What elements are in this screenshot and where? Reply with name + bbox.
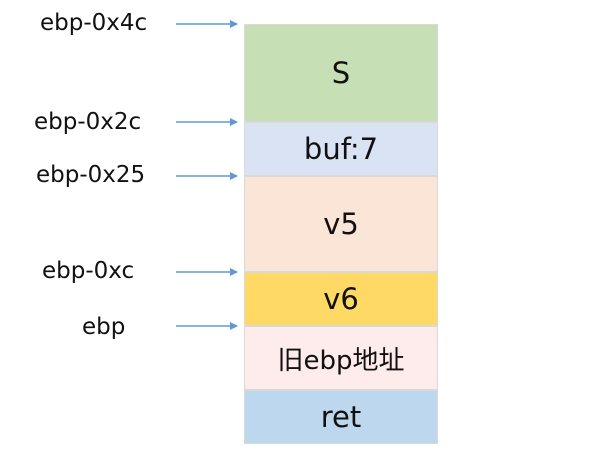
pointer-label-ebp-0x25: ebp-0x25	[36, 162, 146, 188]
stack-block-old-ebp: 旧ebp地址	[244, 326, 438, 390]
stack-frame: S buf:7 v5 v6 旧ebp地址 ret	[244, 24, 438, 444]
pointer-label-ebp-0x2c: ebp-0x2c	[34, 109, 142, 135]
pointer-label-ebp-0x4c: ebp-0x4c	[40, 10, 148, 36]
pointer-label-ebp-0xc: ebp-0xc	[42, 258, 135, 284]
stack-block-v5: v5	[244, 176, 438, 272]
stack-block-s: S	[244, 24, 438, 122]
pointer-label-ebp: ebp	[82, 314, 126, 340]
stack-block-v6: v6	[244, 272, 438, 326]
stack-block-buf: buf:7	[244, 122, 438, 176]
stack-block-ret: ret	[244, 390, 438, 444]
